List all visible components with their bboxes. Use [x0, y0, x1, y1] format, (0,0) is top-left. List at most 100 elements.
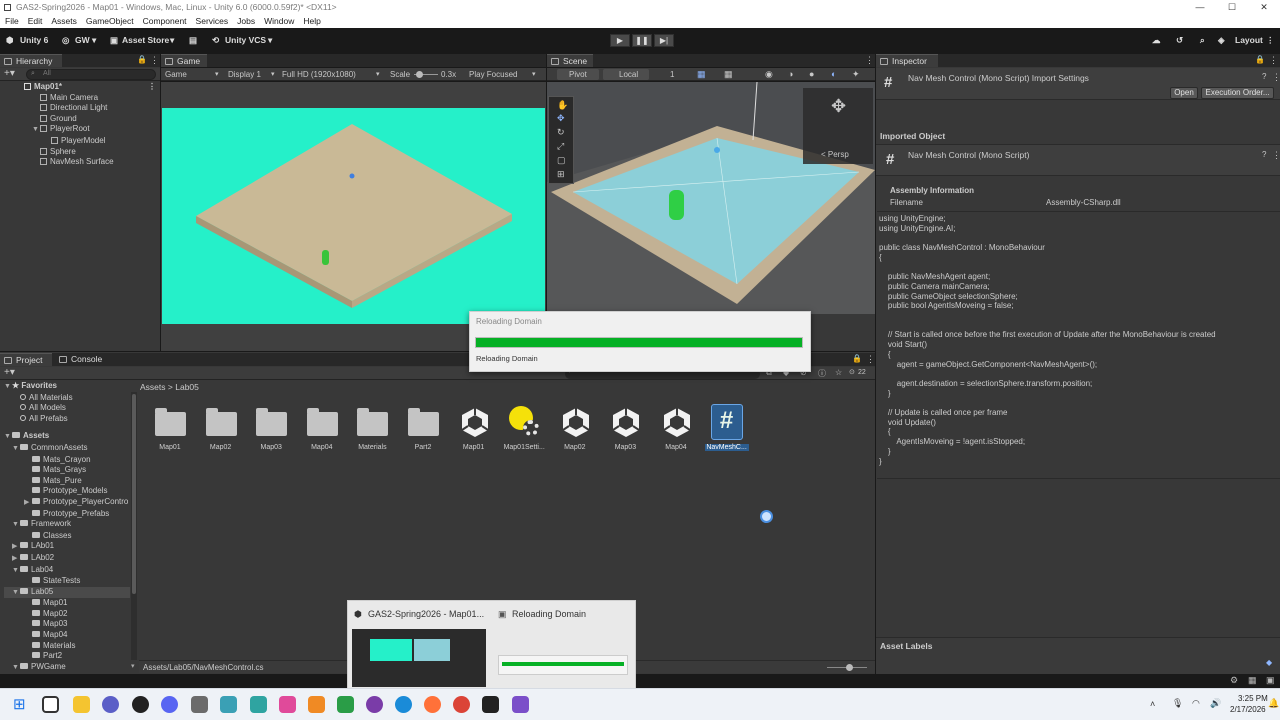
project-tree-item[interactable]: Map03 — [4, 619, 130, 630]
scale-slider[interactable] — [414, 71, 438, 78]
expand-arrow-icon[interactable]: ▼ — [4, 382, 12, 393]
expand-arrow-icon[interactable]: ▶ — [24, 498, 32, 509]
menu-help[interactable]: Help — [303, 15, 320, 28]
menu-jobs[interactable]: Jobs — [237, 15, 255, 28]
firefox-icon[interactable] — [424, 696, 441, 713]
discord-icon[interactable] — [161, 696, 178, 713]
favorites-header[interactable]: ▼★ Favorites — [4, 381, 130, 393]
resolution-dropdown[interactable]: Full HD (1920x1080) — [282, 70, 356, 79]
lock-icon[interactable]: 🔒 — [137, 55, 147, 64]
pivot-dropdown[interactable]: Pivot — [557, 69, 599, 80]
paint-icon[interactable] — [279, 696, 296, 713]
asset-item[interactable]: Map02 — [199, 404, 243, 451]
star-icon[interactable]: ☆ — [835, 368, 842, 377]
asset-store-button[interactable]: Asset Store — [122, 34, 169, 47]
grid-icon[interactable]: ▦ — [697, 69, 706, 80]
move-tool-icon[interactable]: ✥ — [557, 113, 565, 124]
project-tree-item[interactable]: ▼ Framework — [4, 519, 130, 531]
unity-taskbar-icon[interactable] — [482, 696, 499, 713]
asset-item[interactable]: Map03 — [603, 404, 647, 451]
clock-date[interactable]: 2/17/2026 — [1230, 705, 1266, 714]
help-icon[interactable]: ? — [1262, 150, 1266, 159]
visual-studio-icon[interactable] — [512, 696, 529, 713]
open-button[interactable]: Open — [1170, 87, 1198, 99]
headset-app-icon[interactable] — [102, 696, 119, 713]
lock-icon[interactable]: 🔒 — [852, 354, 862, 363]
game-mode-dropdown[interactable]: Game — [165, 70, 187, 79]
more-icon[interactable]: ⋮ — [148, 82, 156, 93]
rect-tool-icon[interactable]: ▢ — [557, 155, 566, 166]
hierarchy-item[interactable]: PlayerModel — [24, 136, 114, 147]
asset-item[interactable]: Map01 — [148, 404, 192, 451]
rotate-tool-icon[interactable]: ↻ — [557, 127, 565, 138]
favorite-item[interactable]: All Prefabs — [4, 414, 130, 425]
breadcrumb-root[interactable]: Assets — [140, 382, 166, 392]
more-icon[interactable]: ⋮ — [1269, 55, 1278, 66]
more-icon[interactable]: ⋮ — [865, 55, 874, 66]
steam-icon[interactable] — [132, 696, 149, 713]
scroll-down-icon[interactable]: ▾ — [131, 662, 135, 670]
layers-icon[interactable]: ◈ — [1218, 34, 1225, 47]
task-view-icon[interactable] — [42, 696, 59, 713]
help-icon[interactable]: ? — [1262, 72, 1266, 81]
project-tree-item[interactable]: ▶ LAb01 — [4, 541, 130, 553]
game-viewport[interactable] — [162, 108, 545, 324]
project-tree-item[interactable]: Mats_Crayon — [4, 455, 130, 466]
tab-console[interactable]: Console — [55, 353, 107, 366]
project-tree-item[interactable]: Map04 — [4, 630, 130, 641]
expand-arrow-icon[interactable]: ▼ — [12, 520, 20, 531]
chrome-icon[interactable] — [453, 696, 470, 713]
snap-icon[interactable]: ▦ — [724, 69, 733, 80]
notepad-icon[interactable] — [337, 696, 354, 713]
asset-item[interactable]: # NavMeshC... — [704, 404, 749, 451]
asset-item[interactable]: Map02 — [553, 404, 597, 451]
clock-time[interactable]: 3:25 PM — [1238, 694, 1268, 703]
project-tree-item[interactable]: ▼ CommonAssets — [4, 443, 130, 455]
more-icon[interactable]: ⋮ — [1272, 72, 1280, 83]
asset-item[interactable]: Map03 — [249, 404, 293, 451]
project-tree-item[interactable]: Mats_Pure — [4, 476, 130, 487]
slider-handle[interactable] — [846, 664, 853, 671]
transform-tool-icon[interactable]: ⊞ — [557, 169, 565, 180]
search-icon[interactable]: ⌕ — [1200, 34, 1205, 47]
file-explorer-icon[interactable] — [73, 696, 90, 713]
add-icon[interactable]: +▾ — [4, 68, 15, 79]
maximize-button[interactable]: ☐ — [1216, 0, 1248, 15]
scene-viewport[interactable]: ✥ < Persp — [547, 82, 875, 314]
shading-icon[interactable]: ◑ — [788, 69, 793, 79]
hierarchy-item[interactable]: Directional Light — [24, 103, 114, 114]
hierarchy-item[interactable]: Ground — [24, 114, 114, 125]
layout-dropdown[interactable]: Layout — [1235, 34, 1263, 47]
edge-icon[interactable] — [395, 696, 412, 713]
tab-hierarchy[interactable]: Hierarchy — [0, 54, 62, 67]
zoom-slider[interactable] — [827, 664, 867, 671]
more-icon[interactable]: ⋮ — [1272, 150, 1280, 161]
asset-item[interactable]: Map01 — [452, 404, 496, 451]
more-icon[interactable]: ⋮ — [1266, 34, 1275, 47]
play-button[interactable]: ▶ — [610, 34, 630, 47]
obs-icon[interactable] — [366, 696, 383, 713]
menu-assets[interactable]: Assets — [51, 15, 77, 28]
close-button[interactable]: ✕ — [1248, 0, 1280, 15]
tree-scrollbar[interactable] — [131, 392, 137, 660]
calendar-icon[interactable] — [250, 696, 267, 713]
tab-inspector[interactable]: Inspector — [876, 54, 938, 67]
start-menu-icon[interactable]: ⊞ — [13, 696, 30, 713]
project-tree-item[interactable]: Mats_Grays — [4, 465, 130, 476]
gimp-icon[interactable] — [191, 696, 208, 713]
orientation-icon[interactable]: ◉ — [765, 69, 773, 80]
scale-tool-icon[interactable]: ⤢ — [557, 141, 564, 152]
grid-snap-value[interactable]: 1 — [670, 70, 674, 79]
more-icon[interactable]: ⋮ — [866, 354, 875, 365]
hierarchy-item[interactable]: Main Camera — [24, 93, 114, 104]
vlc-icon[interactable] — [308, 696, 325, 713]
project-tree-item[interactable]: StateTests — [4, 576, 130, 587]
breadcrumb-current[interactable]: Lab05 — [175, 382, 199, 392]
app-icon[interactable] — [220, 696, 237, 713]
lighting-icon[interactable]: ● — [809, 69, 814, 79]
microphone-icon[interactable]: 🎙 — [1172, 698, 1183, 709]
expand-arrow-icon[interactable]: ▼ — [12, 588, 20, 599]
scrollbar-thumb[interactable] — [132, 394, 136, 594]
hierarchy-search-input[interactable]: ⌕ All — [26, 69, 156, 80]
tab-project[interactable]: Project — [0, 353, 52, 366]
